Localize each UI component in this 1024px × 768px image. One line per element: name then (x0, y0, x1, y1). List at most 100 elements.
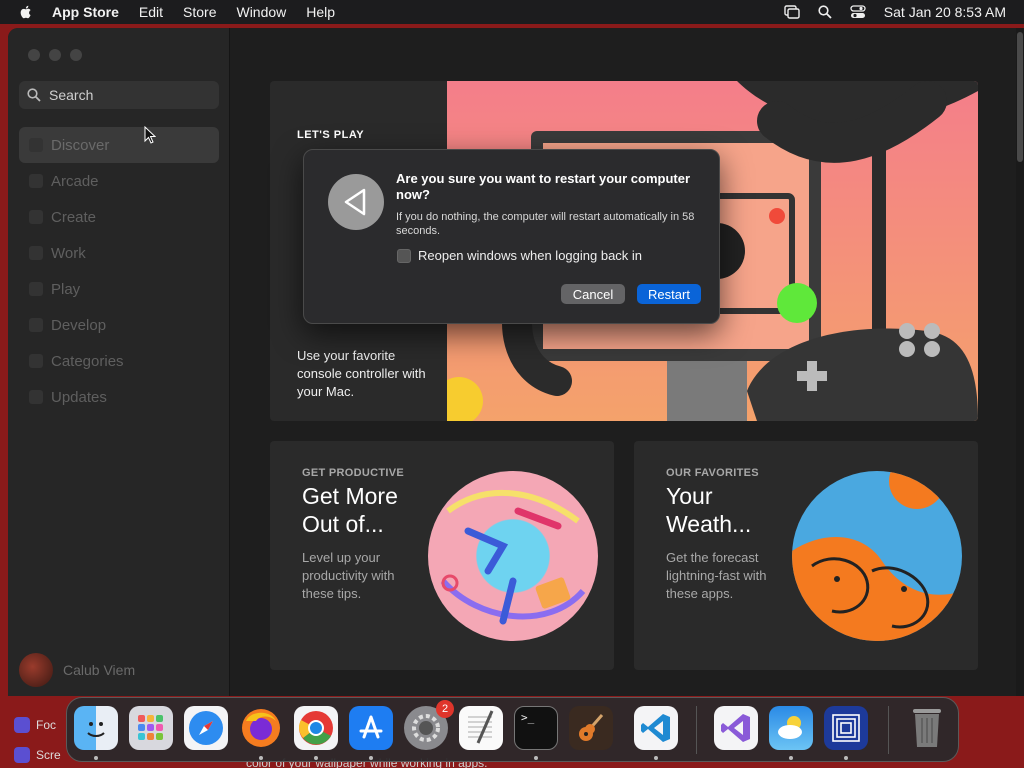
card-title: Your Weath... (666, 483, 752, 537)
notification-badge: 2 (436, 700, 454, 718)
restart-alert-icon (328, 174, 384, 230)
sidebar-item-develop[interactable]: Develop (19, 307, 219, 343)
sidebar: Search Discover Arcade Create Work Play … (8, 28, 230, 696)
sidebar-item-label: Create (51, 208, 97, 226)
dock-system-settings[interactable]: 2 (404, 700, 454, 750)
card-title: Get More Out of... (302, 483, 398, 537)
dialog-title: Are you sure you want to restart your co… (396, 171, 691, 202)
running-indicator (259, 756, 263, 760)
sidebar-item-work[interactable]: Work (19, 235, 219, 271)
dock-visual-studio[interactable] (714, 706, 758, 750)
safari-compass-icon (189, 711, 223, 745)
menu-window[interactable]: Window (236, 4, 286, 20)
menu-help[interactable]: Help (306, 4, 335, 20)
menu-clock[interactable]: Sat Jan 20 8:53 AM (884, 4, 1006, 20)
card-get-productive[interactable]: GET PRODUCTIVE Get More Out of... Level … (270, 441, 614, 670)
dock-terminal[interactable]: >_ (514, 706, 558, 750)
gear-icon (412, 714, 440, 742)
star-icon (29, 138, 43, 152)
minimize-button[interactable] (49, 49, 61, 61)
desktop-screen-time-item[interactable]: Scre (14, 744, 61, 766)
sidebar-item-discover[interactable]: Discover (19, 127, 219, 163)
search-icon (27, 88, 41, 102)
reopen-windows-checkbox[interactable]: Reopen windows when logging back in (397, 248, 642, 263)
avatar (19, 653, 53, 687)
card-description: Level up your productivity with these ti… (302, 550, 395, 601)
apple-icon[interactable] (18, 4, 34, 20)
user-account[interactable]: Calub Viem (19, 653, 135, 687)
scrollbar-thumb[interactable] (1017, 32, 1023, 162)
sidebar-item-label: Arcade (51, 172, 99, 190)
paperplane-icon (29, 246, 43, 260)
weather-illustration (792, 471, 962, 641)
sidebar-item-updates[interactable]: Updates (19, 379, 219, 415)
menu-edit[interactable]: Edit (139, 4, 163, 20)
sidebar-item-label: Updates (51, 388, 107, 406)
hero-eyebrow: LET'S PLAY (297, 129, 365, 141)
menu-store[interactable]: Store (183, 4, 216, 20)
sidebar-item-label: Work (51, 244, 86, 262)
download-icon (29, 390, 43, 404)
restart-dialog: Are you sure you want to restart your co… (303, 149, 720, 324)
sidebar-nav: Discover Arcade Create Work Play Develop… (19, 127, 219, 415)
sidebar-item-create[interactable]: Create (19, 199, 219, 235)
textedit-pen-icon (468, 710, 494, 744)
desktop-focus-label: Foc (36, 718, 57, 732)
zoom-button[interactable] (70, 49, 82, 61)
control-center-icon[interactable] (850, 5, 866, 19)
running-indicator (534, 756, 538, 760)
dock-vscode[interactable] (634, 706, 678, 750)
dock-safari[interactable] (184, 706, 228, 750)
running-indicator (314, 756, 318, 760)
dock-finder[interactable] (74, 706, 118, 750)
dock-separator (888, 706, 889, 754)
menu-app-name[interactable]: App Store (52, 4, 119, 20)
close-button[interactable] (28, 49, 40, 61)
user-name: Calub Viem (63, 662, 136, 678)
spotlight-search-icon[interactable] (818, 5, 832, 19)
dock-weather[interactable] (769, 706, 813, 750)
running-indicator (789, 756, 793, 760)
search-input[interactable]: Search (19, 81, 219, 109)
window-controls (28, 49, 82, 61)
dock: 2 >_ (66, 697, 959, 762)
dock-garageband[interactable] (569, 706, 613, 750)
scrollbar[interactable] (1016, 28, 1024, 696)
card-our-favorites[interactable]: OUR FAVORITES Your Weath... Get the fore… (634, 441, 978, 670)
restart-button[interactable]: Restart (637, 284, 701, 304)
sidebar-item-play[interactable]: Play (19, 271, 219, 307)
launchpad-icon (138, 715, 163, 740)
dialog-message: If you do nothing, the computer will res… (396, 211, 695, 237)
dock-trash[interactable] (905, 706, 949, 750)
terminal-prompt-icon: >_ (521, 711, 535, 724)
dock-firefox[interactable] (239, 706, 283, 750)
sidebar-item-categories[interactable]: Categories (19, 343, 219, 379)
trash-icon (913, 709, 941, 747)
card-eyebrow: GET PRODUCTIVE (302, 467, 404, 479)
sidebar-item-label: Develop (51, 316, 107, 334)
app-store-icon (359, 715, 383, 739)
dock-app-store[interactable] (349, 706, 393, 750)
main-content: LET'S PLAY Use your favorite console con… (231, 28, 1024, 696)
firefox-icon (242, 709, 280, 747)
display-mirroring-icon[interactable] (784, 5, 800, 19)
desktop-focus-item[interactable]: Foc (14, 714, 56, 736)
dock-chrome[interactable] (294, 706, 338, 750)
sidebar-item-label: Discover (51, 136, 110, 154)
guitar-icon (579, 714, 604, 741)
cancel-button[interactable]: Cancel (561, 284, 625, 304)
joystick-icon (29, 174, 43, 188)
dock-launchpad[interactable] (129, 706, 173, 750)
card-description: Get the forecast lightning-fast with the… (666, 550, 767, 601)
rocket-icon (29, 282, 43, 296)
checkbox-box[interactable] (397, 248, 411, 263)
chrome-icon (299, 711, 333, 745)
finder-icon (87, 722, 105, 737)
running-indicator (654, 756, 658, 760)
dock-window-app[interactable] (824, 706, 868, 750)
productivity-illustration (428, 471, 598, 641)
sidebar-item-arcade[interactable]: Arcade (19, 163, 219, 199)
dock-textedit[interactable] (459, 706, 503, 750)
hourglass-icon (14, 747, 30, 763)
mouse-pointer-icon (144, 126, 156, 144)
